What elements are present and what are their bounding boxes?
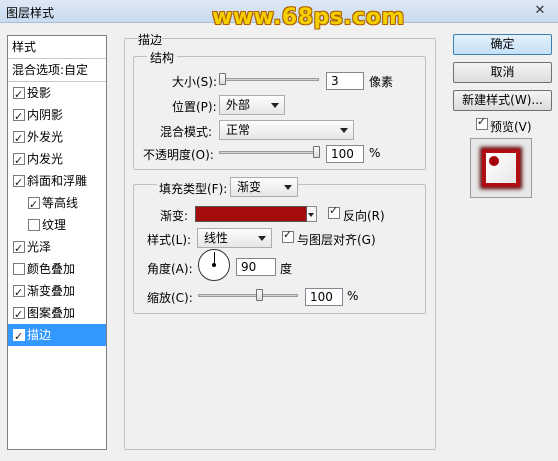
opacity-label: 不透明度(O): (143, 148, 214, 162)
preview-stroke-square (482, 149, 520, 187)
style-list-item[interactable]: 斜面和浮雕 (8, 170, 106, 194)
angle-label: 角度(A): (147, 262, 193, 276)
style-list-checkbox[interactable] (13, 172, 25, 194)
style-list-item[interactable]: 投影 (8, 82, 106, 106)
style-list-checkbox[interactable] (13, 326, 25, 348)
angle-unit: 度 (280, 262, 293, 276)
style-list-item[interactable]: 颜色叠加 (8, 258, 106, 280)
style-list-item-label: 纹理 (42, 218, 67, 232)
size-slider-track[interactable] (219, 78, 319, 81)
style-list-item-label: 颜色叠加 (27, 262, 76, 276)
gradient-style-select-value: 线性 (204, 231, 229, 245)
size-label: 大小(S): (172, 75, 218, 89)
size-slider-thumb[interactable] (219, 73, 226, 85)
style-list-checkbox[interactable] (13, 304, 25, 326)
window-title: 图层样式 (6, 6, 55, 20)
close-icon[interactable]: ✕ (528, 2, 552, 19)
new-style-button[interactable]: 新建样式(W)... (453, 90, 552, 111)
scale-unit: % (347, 289, 359, 303)
position-select-value: 外部 (226, 98, 251, 112)
style-list-item[interactable]: 等高线 (8, 192, 106, 216)
chevron-down-icon (284, 185, 292, 190)
style-list-item[interactable]: 光泽 (8, 236, 106, 260)
style-list-checkbox[interactable] (28, 194, 40, 216)
scale-slider-thumb[interactable] (256, 289, 263, 301)
fill-type-select-value: 渐变 (237, 180, 262, 194)
fill-type-label: 填充类型(F): (157, 180, 230, 197)
gradient-dropdown-button[interactable] (307, 206, 317, 222)
style-list-item-label: 斜面和浮雕 (27, 174, 88, 188)
reverse-checkbox[interactable] (328, 204, 340, 219)
title-bar: 图层样式 www.68ps.com ✕ (0, 0, 558, 30)
blend-options-item[interactable]: 混合选项:自定 (8, 59, 106, 82)
opacity-unit: % (369, 146, 381, 160)
position-select[interactable]: 外部 (219, 95, 285, 115)
style-list-checkbox[interactable] (13, 238, 25, 260)
style-list-item-label: 内阴影 (27, 108, 64, 122)
style-list-item-label: 投影 (27, 86, 52, 100)
style-list-checkbox[interactable] (13, 106, 25, 128)
opacity-slider-thumb[interactable] (313, 146, 320, 158)
preview-checkbox[interactable] (476, 115, 488, 130)
gradient-swatch[interactable] (195, 206, 307, 222)
angle-dial-hub (212, 263, 216, 267)
blend-mode-select-value: 正常 (226, 123, 251, 137)
style-list-item-label: 描边 (27, 328, 52, 342)
gradient-style-label: 样式(L): (147, 233, 192, 247)
style-list-checkbox[interactable] (13, 150, 25, 172)
scale-slider-track[interactable] (198, 294, 298, 297)
blend-options-label: 混合选项:自定 (12, 63, 89, 77)
style-list-item[interactable]: 渐变叠加 (8, 280, 106, 304)
style-list: 样式 混合选项:自定 投影内阴影外发光内发光斜面和浮雕等高线纹理光泽颜色叠加渐变… (7, 35, 107, 450)
preview-thumbnail (470, 138, 532, 198)
blend-mode-select[interactable]: 正常 (219, 120, 354, 140)
scale-label: 缩放(C): (147, 291, 193, 305)
style-list-header: 样式 (8, 36, 106, 59)
chevron-down-icon (258, 236, 266, 241)
style-list-item[interactable]: 内发光 (8, 148, 106, 172)
style-list-item-label: 图案叠加 (27, 306, 76, 320)
style-list-item-label: 光泽 (27, 240, 52, 254)
style-list-item-label: 等高线 (42, 196, 79, 210)
gradient-style-select[interactable]: 线性 (197, 228, 272, 248)
structure-group-title: 结构 (147, 49, 178, 66)
style-list-item-label: 渐变叠加 (27, 284, 76, 298)
style-list-header-label: 样式 (12, 40, 37, 54)
style-list-item-label: 外发光 (27, 130, 64, 144)
style-list-item[interactable]: 图案叠加 (8, 302, 106, 326)
angle-input[interactable]: 90 (236, 258, 276, 276)
align-with-layer-checkbox[interactable] (282, 228, 294, 243)
style-list-item[interactable]: 描边 (8, 324, 106, 348)
size-unit: 像素 (369, 75, 394, 89)
preview-dot (489, 156, 499, 166)
blend-mode-label: 混合模式: (160, 125, 213, 139)
style-list-checkbox[interactable] (28, 219, 40, 231)
position-label: 位置(P): (172, 100, 217, 114)
style-list-checkbox[interactable] (13, 84, 25, 106)
style-list-checkbox[interactable] (13, 128, 25, 150)
preview-label: 预览(V) (490, 120, 532, 134)
chevron-down-icon (340, 128, 348, 133)
ok-button[interactable]: 确定 (453, 34, 552, 55)
style-list-item[interactable]: 外发光 (8, 126, 106, 150)
cancel-button[interactable]: 取消 (453, 62, 552, 83)
style-list-item[interactable]: 内阴影 (8, 104, 106, 128)
chevron-down-icon (271, 103, 279, 108)
opacity-slider-track[interactable] (219, 151, 319, 154)
size-input[interactable]: 3 (326, 72, 364, 90)
align-with-layer-label: 与图层对齐(G) (297, 233, 376, 247)
style-list-checkbox[interactable] (13, 263, 25, 275)
fill-type-select[interactable]: 渐变 (230, 177, 298, 197)
style-list-item[interactable]: 纹理 (8, 214, 106, 236)
watermark: www.68ps.com (212, 5, 405, 30)
style-list-item-label: 内发光 (27, 152, 64, 166)
reverse-label: 反向(R) (343, 209, 385, 223)
opacity-input[interactable]: 100 (326, 145, 364, 163)
style-list-checkbox[interactable] (13, 282, 25, 304)
gradient-label: 渐变: (160, 209, 189, 223)
scale-input[interactable]: 100 (305, 288, 343, 306)
angle-dial[interactable] (198, 249, 230, 281)
